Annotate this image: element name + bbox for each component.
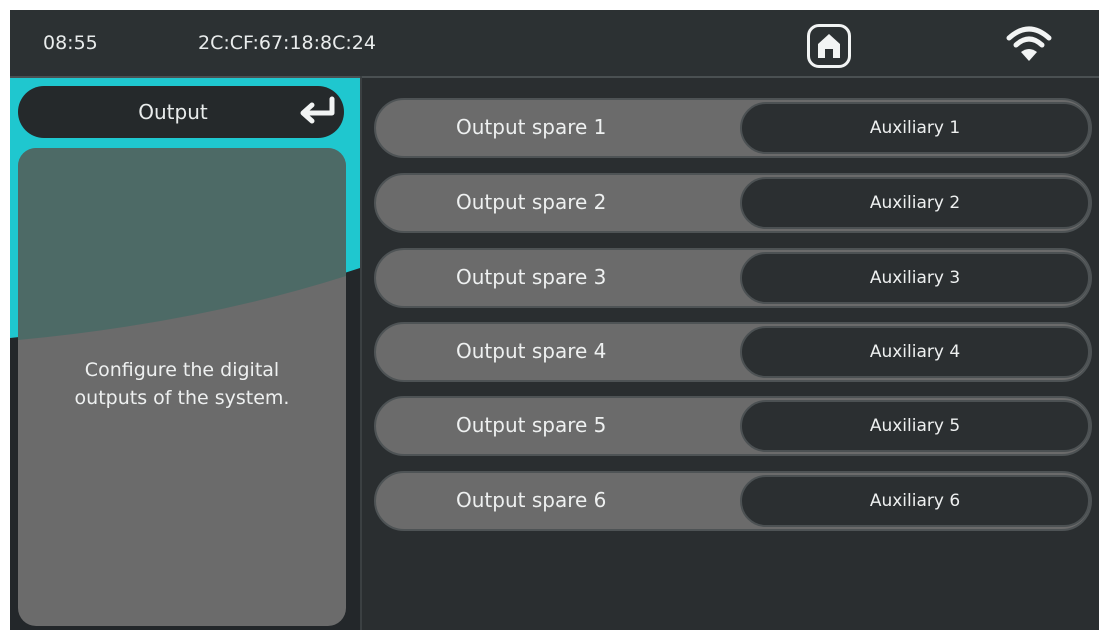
status-bar: 08:55 2C:CF:67:18:8C:24 [10,10,1099,78]
output-row-5[interactable]: Output spare 5 Auxiliary 5 [374,396,1092,456]
output-label: Output spare 3 [456,265,607,289]
output-label: Output spare 4 [456,339,607,363]
description-text: Configure the digital outputs of the sys… [74,359,290,409]
output-row-3[interactable]: Output spare 3 Auxiliary 3 [374,248,1092,308]
description-card: Configure the digital outputs of the sys… [18,148,346,626]
output-list: Output spare 1 Auxiliary 1 Output spare … [362,78,1099,630]
output-label: Output spare 5 [456,413,607,437]
output-value-select[interactable]: Auxiliary 1 [740,102,1090,154]
card-overlay [18,148,346,340]
output-row-2[interactable]: Output spare 2 Auxiliary 2 [374,173,1092,233]
output-value-select[interactable]: Auxiliary 4 [740,326,1090,378]
output-label: Output spare 2 [456,190,607,214]
device-screen: 08:55 2C:CF:67:18:8C:24 Output Configure… [10,10,1099,630]
output-value-select[interactable]: Auxiliary 5 [740,400,1090,452]
mac-address: 2C:CF:67:18:8C:24 [198,32,376,54]
page-header: Output [18,86,344,138]
wifi-icon [1006,26,1052,61]
home-icon [818,34,840,58]
output-row-4[interactable]: Output spare 4 Auxiliary 4 [374,322,1092,382]
left-panel: Output Configure the digital outputs of … [10,78,360,630]
clock: 08:55 [43,32,98,54]
return-arrow-icon[interactable] [298,96,338,126]
output-row-1[interactable]: Output spare 1 Auxiliary 1 [374,98,1092,158]
output-row-6[interactable]: Output spare 6 Auxiliary 6 [374,471,1092,531]
output-value-select[interactable]: Auxiliary 3 [740,252,1090,304]
page-title: Output [138,100,208,124]
output-label: Output spare 6 [456,488,607,512]
home-button[interactable] [807,24,851,68]
output-label: Output spare 1 [456,115,607,139]
output-value-select[interactable]: Auxiliary 6 [740,475,1090,527]
output-value-select[interactable]: Auxiliary 2 [740,177,1090,229]
